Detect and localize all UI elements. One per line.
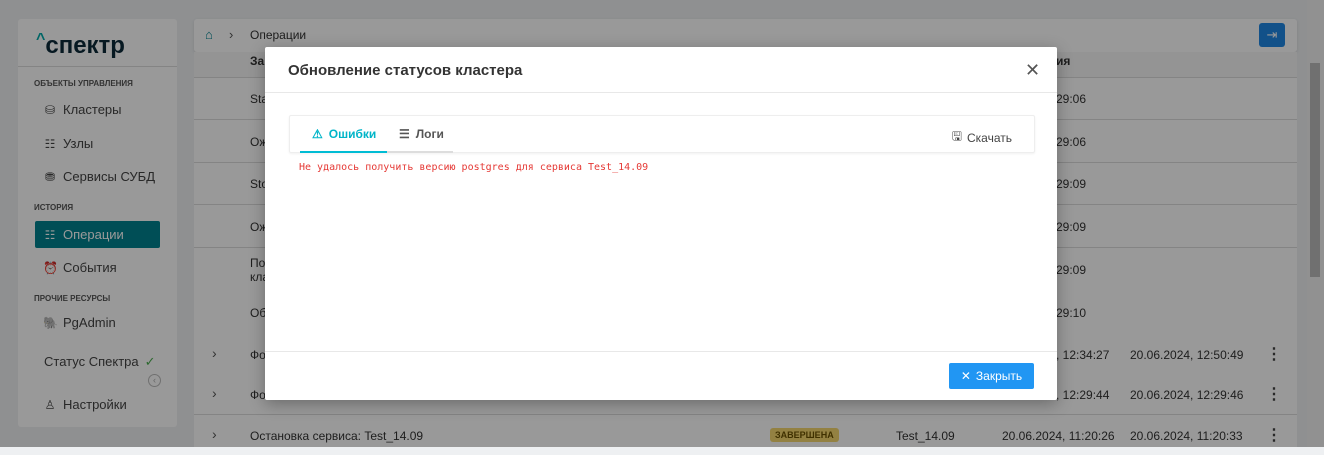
- close-icon: ✕: [960, 369, 971, 383]
- table-cell: Закрыть: [975, 369, 1023, 383]
- tabs: ⚠ Ошибки ☰ Логи 🖫 Скачать: [289, 115, 1035, 153]
- table-cell: Скачать: [967, 130, 1012, 145]
- warning-icon: ⚠: [312, 126, 323, 141]
- cluster-status-dialog: Обновление статусов кластера ✕ ⚠ Ошибки ☰…: [265, 47, 1057, 400]
- close-button[interactable]: ✕ Закрыть: [949, 363, 1034, 389]
- download-button[interactable]: 🖫 Скачать: [952, 127, 1012, 148]
- close-icon[interactable]: ✕: [1025, 60, 1040, 81]
- error-message: Не удалось получить версию postgres для …: [299, 162, 649, 173]
- table-cell: Ошибки: [328, 126, 377, 141]
- tab-logs[interactable]: ☰ Логи: [387, 116, 453, 153]
- divider: [265, 92, 1057, 93]
- dialog-title: Обновление статусов кластера: [288, 62, 523, 79]
- document-icon: ☰: [399, 126, 410, 141]
- table-cell: Логи: [415, 126, 444, 141]
- divider: [265, 351, 1057, 352]
- save-icon: 🖫: [951, 129, 962, 143]
